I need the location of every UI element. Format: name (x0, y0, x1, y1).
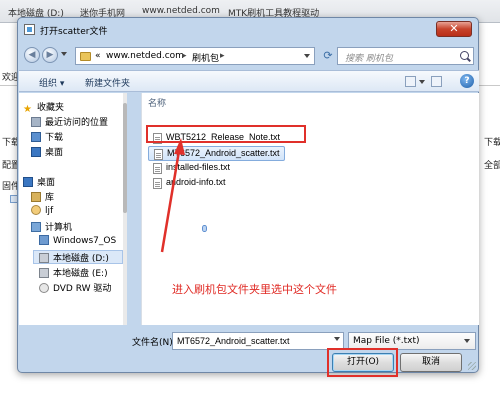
chevron-down-icon[interactable] (334, 337, 340, 341)
background-right-all: 全部 (484, 161, 500, 171)
background-right-download: 下载 (484, 138, 500, 148)
annotation-text: 进入刷机包文件夹里选中这个文件 (172, 283, 337, 296)
highlight-selected-file (146, 125, 306, 143)
cancel-button[interactable]: 取消 (400, 353, 462, 372)
highlight-open-button (327, 348, 398, 377)
chevron-down-icon (464, 339, 470, 343)
filename-label: 文件名(N): (132, 338, 176, 348)
background-breadcrumb-3: www.netded.com (142, 6, 220, 16)
resize-grip[interactable] (468, 362, 476, 370)
filename-input[interactable]: MT6572_Android_scatter.txt (172, 332, 344, 350)
annotation-arrow (160, 138, 185, 253)
open-file-dialog: 打开scatter文件 ✕ ◀ ▶ « www.netded.com ▸ 刷机包… (17, 17, 479, 377)
